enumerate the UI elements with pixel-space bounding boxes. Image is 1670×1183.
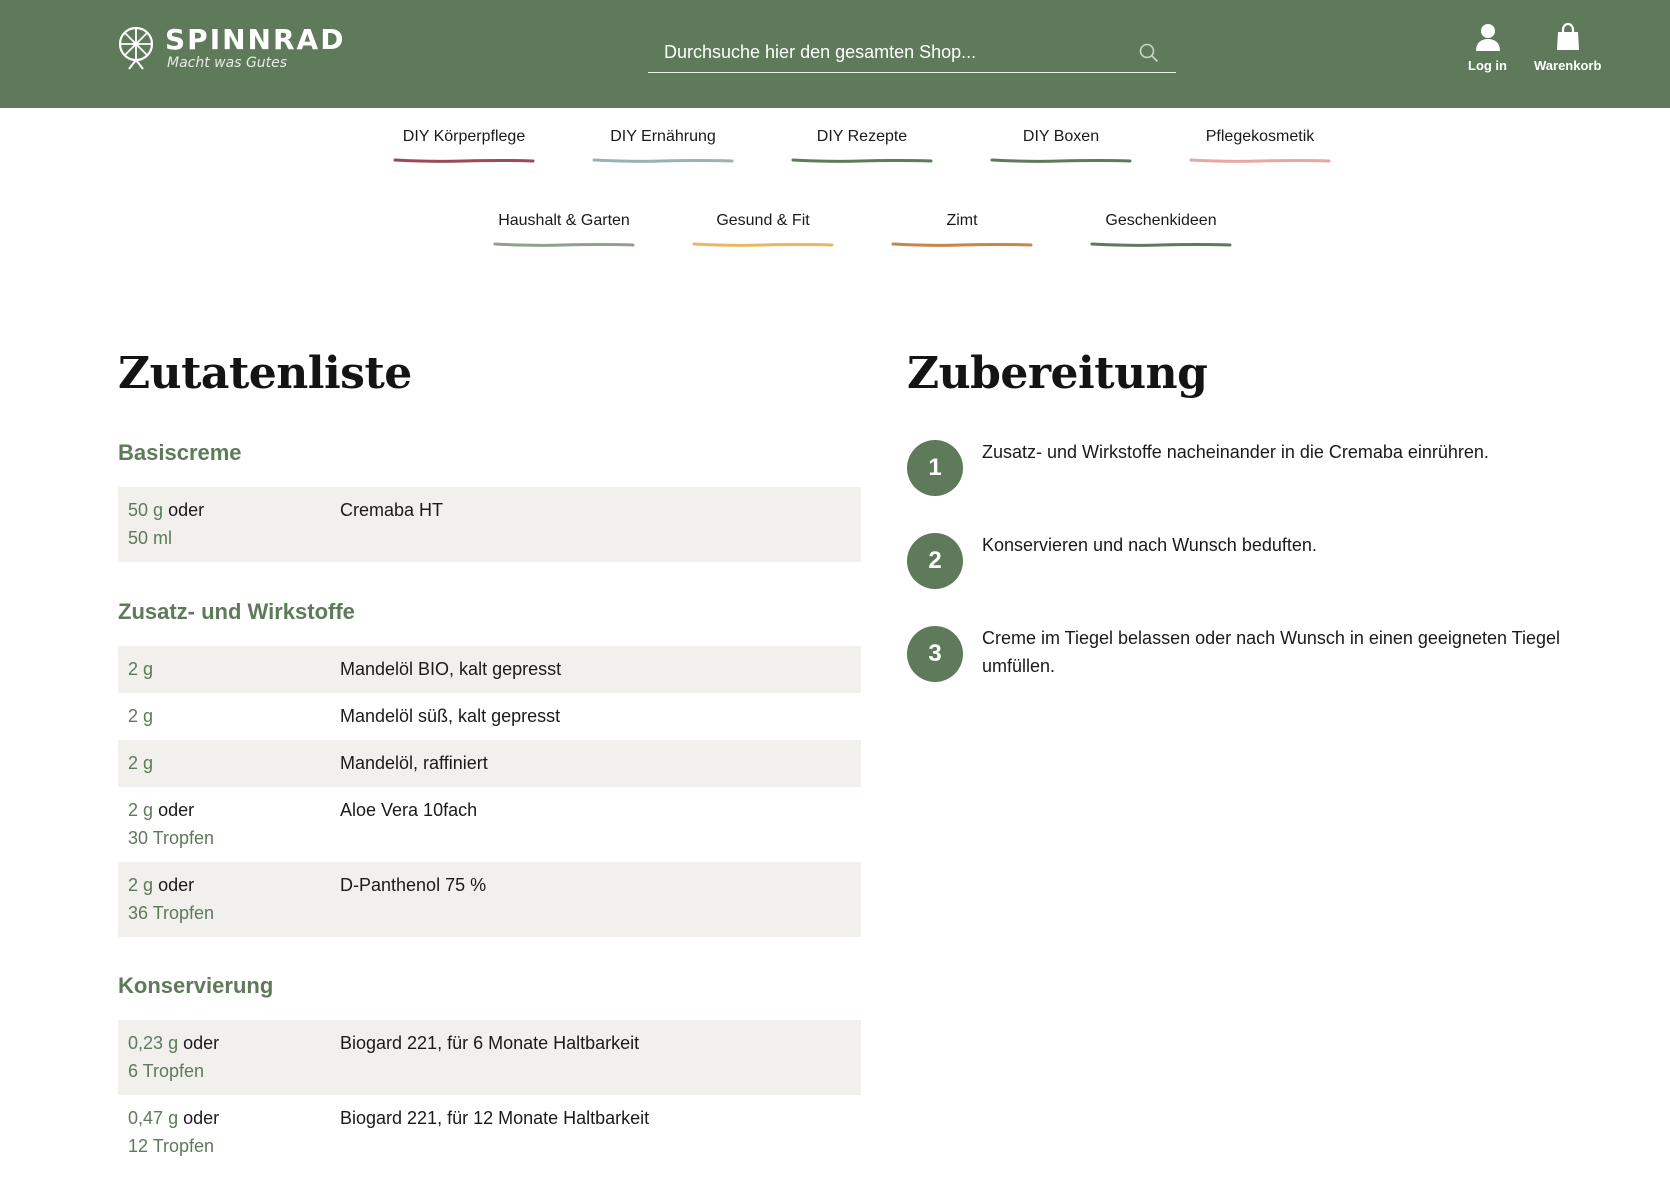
login-button[interactable]: Log in — [1468, 22, 1507, 73]
nav-label: DIY Ernährung — [610, 128, 716, 145]
nav-underline — [791, 158, 933, 163]
nav-haushalt-garten[interactable]: Haushalt & Garten — [493, 210, 635, 248]
step-number: 3 — [907, 626, 963, 682]
ingredient-name[interactable]: Biogard 221, für 12 Monate Haltbarkeit — [340, 1104, 861, 1170]
spinning-wheel-logo-icon — [118, 26, 154, 70]
ingredient-amount: 2 g — [128, 706, 154, 726]
nav-label: DIY Rezepte — [816, 128, 908, 145]
preparation-heading: Zubereitung — [907, 348, 1208, 399]
spinnrad-logo[interactable]: SPINNRAD Macht was Gutes — [117, 25, 345, 71]
ingredient-name[interactable]: Mandelöl BIO, kalt gepresst — [340, 655, 861, 693]
ingredient-row: 0,23 g oder 6 Tropfen Biogard 221, für 6… — [118, 1020, 861, 1095]
step-text: Konservieren und nach Wunsch beduften. — [982, 535, 1317, 555]
ingredient-row: 2 g oder 36 Tropfen D-Panthenol 75 % — [118, 862, 861, 937]
ingredient-name[interactable]: D-Panthenol 75 % — [340, 871, 861, 937]
nav-underline — [692, 242, 834, 247]
nav-underline — [393, 158, 535, 163]
ingredient-row: 2 g Mandelöl, raffiniert — [118, 740, 861, 787]
ingredient-row: 0,47 g oder 12 Tropfen Biogard 221, für … — [118, 1095, 861, 1170]
search-bar — [648, 33, 1176, 73]
ingredient-amount: 2 g oder 30 Tropfen — [128, 800, 215, 848]
nav-diy-koerperpflege[interactable]: DIY Körperpflege — [393, 126, 535, 164]
ingredient-name[interactable]: Cremaba HT — [340, 496, 861, 562]
step-number: 2 — [907, 533, 963, 589]
logo-name: SPINNRAD — [165, 23, 346, 56]
shopping-bag-icon — [1556, 22, 1579, 50]
nav-diy-rezepte[interactable]: DIY Rezepte — [791, 126, 933, 164]
step-text: Creme im Tiegel belassen oder nach Wunsc… — [982, 628, 1561, 676]
nav-underline — [1189, 158, 1331, 163]
logo-text: SPINNRAD Macht was Gutes — [165, 23, 346, 72]
nav-pflegekosmetik[interactable]: Pflegekosmetik — [1189, 126, 1331, 164]
nav-geschenkideen[interactable]: Geschenkideen — [1090, 210, 1232, 248]
nav-label: DIY Körperpflege — [402, 128, 526, 145]
nav-underline — [1090, 242, 1232, 247]
ingredient-row: 2 g Mandelöl BIO, kalt gepresst — [118, 646, 861, 693]
nav-label: Pflegekosmetik — [1205, 128, 1315, 145]
nav-underline — [493, 242, 635, 247]
step-2: 2 Konservieren und nach Wunsch beduften. — [907, 533, 1602, 589]
ingredients-heading: Zutatenliste — [118, 348, 412, 399]
group-title-zusatzstoffe: Zusatz- und Wirkstoffe — [118, 599, 355, 624]
nav-underline — [891, 242, 1033, 247]
nav-label: Haushalt & Garten — [498, 212, 630, 229]
step-1: 1 Zusatz- und Wirkstoffe nacheinander in… — [907, 440, 1602, 496]
step-3: 3 Creme im Tiegel belassen oder nach Wun… — [907, 626, 1602, 682]
ingredient-amount: 2 g oder 36 Tropfen — [128, 875, 215, 923]
search-icon[interactable] — [1138, 42, 1160, 64]
cart-button[interactable]: Warenkorb — [1534, 22, 1601, 73]
ingredient-name[interactable]: Aloe Vera 10fach — [340, 796, 861, 862]
search-input[interactable] — [648, 42, 1138, 63]
group-title-konservierung: Konservierung — [118, 973, 274, 998]
login-label: Log in — [1468, 58, 1507, 73]
ingredient-amount: 0,47 g oder 12 Tropfen — [128, 1108, 220, 1156]
ingredient-row: 2 g Mandelöl süß, kalt gepresst — [118, 693, 861, 740]
nav-label: Zimt — [946, 212, 978, 229]
nav-zimt[interactable]: Zimt — [891, 210, 1033, 248]
user-icon — [1475, 24, 1500, 51]
ingredient-amount: 2 g — [128, 659, 154, 679]
site-header: SPINNRAD Macht was Gutes Log in Warenkor… — [0, 0, 1670, 108]
nav-diy-ernaehrung[interactable]: DIY Ernährung — [592, 126, 734, 164]
ingredient-name[interactable]: Mandelöl süß, kalt gepresst — [340, 702, 861, 740]
ingredient-amount: 2 g — [128, 753, 154, 773]
logo-tagline: Macht was Gutes — [167, 55, 288, 71]
ingredient-amount: 50 g oder 50 ml — [128, 500, 205, 548]
step-text: Zusatz- und Wirkstoffe nacheinander in d… — [982, 442, 1489, 462]
cart-label: Warenkorb — [1534, 58, 1602, 73]
ingredient-amount: 0,23 g oder 6 Tropfen — [128, 1033, 220, 1081]
nav-underline — [990, 158, 1132, 163]
ingredient-name[interactable]: Mandelöl, raffiniert — [340, 749, 861, 787]
nav-underline — [592, 158, 734, 163]
nav-label: Gesund & Fit — [716, 212, 810, 229]
nav-label: Geschenkideen — [1105, 212, 1217, 229]
ingredient-row: 2 g oder 30 Tropfen Aloe Vera 10fach — [118, 787, 861, 862]
group-title-basiscreme: Basiscreme — [118, 440, 242, 465]
nav-label: DIY Boxen — [1022, 128, 1100, 145]
ingredient-name[interactable]: Biogard 221, für 6 Monate Haltbarkeit — [340, 1029, 861, 1095]
nav-diy-boxen[interactable]: DIY Boxen — [990, 126, 1132, 164]
nav-gesund-fit[interactable]: Gesund & Fit — [692, 210, 834, 248]
ingredient-row: 50 g oder 50 ml Cremaba HT — [118, 487, 861, 562]
step-number: 1 — [907, 440, 963, 496]
